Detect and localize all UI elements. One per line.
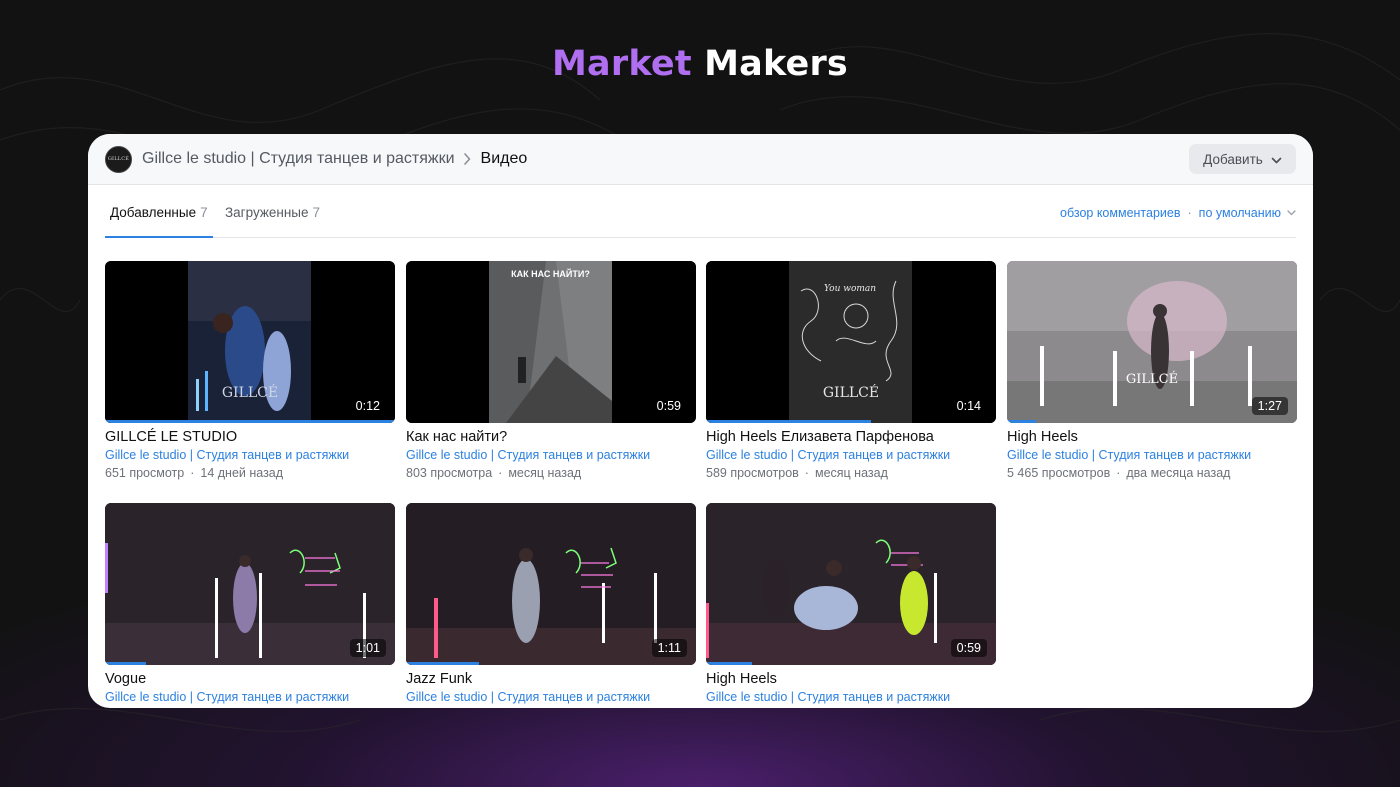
video-age: 14 дней назад (200, 466, 284, 480)
video-thumbnail[interactable]: GILLCÉ 1:27 (1007, 261, 1297, 423)
watch-progress (105, 662, 146, 665)
video-channel-link[interactable]: Gillce le studio | Студия танцев и растя… (706, 448, 996, 462)
video-meta: 803 просмотра · месяц назад (406, 466, 696, 480)
video-age: два месяца назад (1126, 466, 1231, 480)
video-title[interactable]: High Heels (706, 671, 996, 687)
video-card[interactable]: КАК НАС НАЙТИ? 0:59 Как нас найти? Gillc… (406, 261, 696, 480)
tab-added-label: Добавленные (110, 205, 197, 220)
brand-part-1: Market (552, 44, 692, 84)
video-views: 589 просмотров (706, 466, 799, 480)
svg-text:GILLCÉ: GILLCÉ (823, 383, 879, 401)
video-thumbnail[interactable]: 1:11 (406, 503, 696, 665)
video-panel: GILLCÉ Gillce le studio | Студия танцев … (88, 134, 1313, 708)
market-makers-logo: Market Makers (0, 44, 1400, 84)
video-duration: 1:11 (651, 639, 687, 657)
video-title[interactable]: High Heels (1007, 429, 1297, 445)
tab-uploaded-count: 7 (312, 205, 321, 220)
add-button[interactable]: Добавить (1189, 144, 1296, 174)
comments-overview-link[interactable]: обзор комментариев (1060, 206, 1180, 220)
sort-controls: обзор комментариев · по умолчанию (1060, 206, 1296, 220)
chevron-down-icon (1271, 152, 1282, 167)
video-meta: 589 просмотров · месяц назад (706, 466, 996, 480)
video-channel-link[interactable]: Gillce le studio | Студия танцев и растя… (406, 448, 696, 462)
tab-added-count: 7 (200, 205, 208, 220)
separator-dot: · (804, 466, 809, 480)
watch-progress (1007, 420, 1036, 423)
video-card[interactable]: GILLCÉ 1:27 High Heels Gillce le studio … (1007, 261, 1297, 480)
watch-progress (406, 662, 479, 665)
chevron-right-icon (463, 153, 471, 165)
video-card[interactable]: 0:59 High Heels Gillce le studio | Студи… (706, 503, 996, 704)
video-views: 651 просмотр (105, 466, 185, 480)
video-channel-link[interactable]: Gillce le studio | Студия танцев и растя… (105, 690, 395, 704)
video-thumbnail[interactable]: 0:59 (706, 503, 996, 665)
svg-text:You woman: You woman (824, 284, 876, 294)
video-age: месяц назад (508, 466, 582, 480)
video-channel-link[interactable]: Gillce le studio | Студия танцев и растя… (406, 690, 696, 704)
group-avatar[interactable]: GILLCÉ (105, 145, 132, 173)
svg-text:GILLCÉ: GILLCÉ (222, 383, 278, 401)
video-duration: 0:12 (349, 397, 386, 415)
video-title[interactable]: Vogue (105, 671, 395, 687)
video-duration: 0:59 (950, 639, 987, 657)
tab-uploaded-label: Загруженные (225, 205, 309, 220)
video-card[interactable]: 1:11 Jazz Funk Gillce le studio | Студия… (406, 503, 696, 704)
video-title[interactable]: GILLCÉ LE STUDIO (105, 429, 395, 445)
video-card[interactable]: GILLCÉ 0:12 GILLCÉ LE STUDIO Gillce le s… (105, 261, 395, 480)
separator-dot: · (190, 466, 195, 480)
watch-progress (706, 662, 753, 665)
video-meta: 5 465 просмотров · два месяца назад (1007, 466, 1297, 480)
separator-dot: · (498, 466, 503, 480)
video-title[interactable]: High Heels Елизавета Парфенова (706, 429, 996, 445)
sort-order-dropdown[interactable]: по умолчанию (1199, 206, 1281, 220)
svg-text:GILLCÉ: GILLCÉ (1126, 371, 1178, 387)
chevron-down-icon (1287, 210, 1296, 216)
breadcrumb-current: Видео (480, 150, 528, 167)
separator-dot: · (1187, 206, 1192, 220)
breadcrumb-group-link[interactable]: Gillce le studio | Студия танцев и растя… (142, 150, 455, 168)
watch-progress (706, 420, 872, 423)
tab-added[interactable]: Добавленные 7 (110, 205, 208, 220)
video-card[interactable]: You woman GILLCÉ 0:14 High Heels Елизаве… (706, 261, 996, 480)
watch-progress (105, 420, 395, 423)
video-title[interactable]: Как нас найти? (406, 429, 696, 445)
video-duration: 0:59 (650, 397, 687, 415)
video-channel-link[interactable]: Gillce le studio | Студия танцев и растя… (706, 690, 996, 704)
video-card[interactable]: 1:01 Vogue Gillce le studio | Студия тан… (105, 503, 395, 704)
add-button-label: Добавить (1203, 151, 1263, 167)
active-tab-indicator (105, 236, 213, 238)
video-title[interactable]: Jazz Funk (406, 671, 696, 687)
video-views: 803 просмотра (406, 466, 493, 480)
video-age: месяц назад (814, 466, 888, 480)
brand-part-2: Makers (704, 44, 848, 84)
video-meta: 651 просмотр · 14 дней назад (105, 466, 395, 480)
video-channel-link[interactable]: Gillce le studio | Студия танцев и растя… (105, 448, 395, 462)
video-channel-link[interactable]: Gillce le studio | Студия танцев и растя… (1007, 448, 1297, 462)
video-duration: 0:14 (950, 397, 987, 415)
thumbnail-overlay-text: КАК НАС НАЙТИ? (511, 269, 590, 279)
video-duration: 1:01 (349, 639, 386, 657)
tab-uploaded[interactable]: Загруженные 7 (225, 205, 320, 220)
video-duration: 1:27 (1251, 397, 1288, 415)
video-thumbnail[interactable]: You woman GILLCÉ 0:14 (706, 261, 996, 423)
tabs-bar: Добавленные 7 Загруженные 7 обзор коммента… (105, 185, 1296, 238)
video-thumbnail[interactable]: GILLCÉ 0:12 (105, 261, 395, 423)
header-bar: GILLCÉ Gillce le studio | Студия танцев … (88, 134, 1313, 185)
video-thumbnail[interactable]: КАК НАС НАЙТИ? 0:59 (406, 261, 696, 423)
separator-dot: · (1116, 466, 1121, 480)
video-thumbnail[interactable]: 1:01 (105, 503, 395, 665)
video-views: 5 465 просмотров (1007, 466, 1111, 480)
